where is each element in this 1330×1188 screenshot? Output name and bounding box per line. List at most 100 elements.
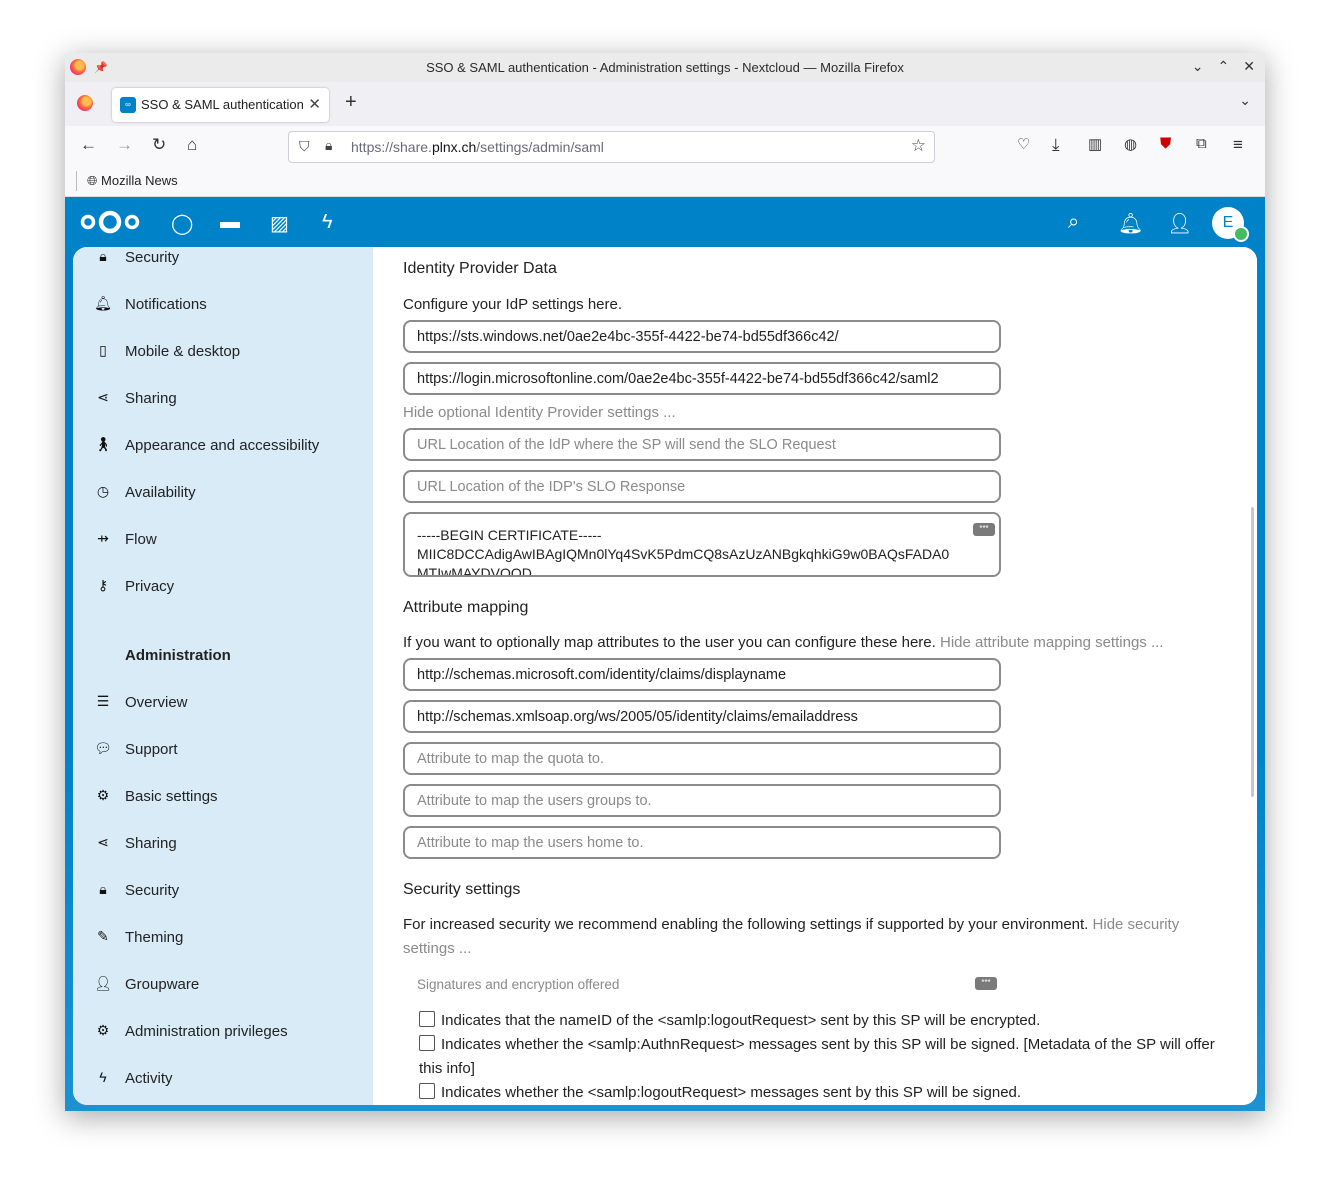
maximize-icon[interactable]: ⌃ [1218,58,1230,75]
files-icon[interactable]: ▬ [220,211,240,234]
idp-intro: Configure your IdP settings here. [403,296,623,313]
checkbox[interactable] [419,1083,435,1099]
password-manager-icon[interactable]: *** [975,977,997,990]
nextcloud-icon: ∞ [120,97,136,113]
sidebar-item-admin-privileges[interactable]: ⚙ Administration privileges [73,1014,373,1054]
extensions-puzzle-icon[interactable]: ⧉ [1196,135,1207,152]
scrollbar[interactable] [1251,507,1254,797]
lock-icon[interactable]: 🔒︎ [325,137,332,154]
firefox-view-icon[interactable] [77,95,93,111]
sidebar-item-support[interactable]: 💬︎ Support [73,732,373,772]
bookmarks-separator [76,171,77,191]
bookmark-mozilla-news[interactable]: 🌐︎ Mozilla News [87,173,178,189]
gear-lock-icon: ⚙ [96,1022,110,1038]
sidebar-item-notifications[interactable]: 🔔︎ Notifications [73,287,373,327]
sidebar-item-theming[interactable]: ✎ Theming [73,920,373,960]
sidebar-heading-administration: Administration [125,647,231,664]
flow-icon: ⇸ [97,530,109,546]
sidebar-item-privacy[interactable]: ⚷ Privacy [73,569,373,609]
idp-entity-id-input[interactable]: https://sts.windows.net/0ae2e4bc-355f-44… [403,320,1001,353]
clock-icon: ◷ [96,483,110,499]
search-icon[interactable]: ⌕ [1068,211,1079,234]
sidebar-item-overview[interactable]: ☰ Overview [73,685,373,725]
attr-groups-input[interactable]: Attribute to map the users groups to. [403,784,1001,817]
share-icon: ⋖ [97,389,109,405]
sidebar-item-sharing-personal[interactable]: ⋖ Sharing [73,381,373,421]
security-subheading: Signatures and encryption offered [417,977,620,992]
sidebar-item-basic-settings[interactable]: ⚙ Basic settings [73,779,373,819]
sidebar-item-appearance[interactable]: 🚶︎ Appearance and accessibility [73,428,373,468]
nextcloud-logo[interactable] [79,209,141,235]
saml-settings: Identity Provider Data Configure your Id… [373,247,1257,1105]
check-sign-logoutrequest[interactable]: Indicates whether the <samlp:logoutReque… [419,1081,1219,1105]
sidebar-item-availability[interactable]: ◷ Availability [73,475,373,515]
idp-sso-url-input[interactable]: https://login.microsoftonline.com/0ae2e4… [403,362,1001,395]
checkbox[interactable] [419,1011,435,1027]
extension-icon[interactable]: ◍ [1124,135,1137,153]
idp-slo-response-input[interactable]: URL Location of the IDP's SLO Response [403,470,1001,503]
security-intro: For increased security we recommend enab… [403,916,1180,957]
window-title: SSO & SAML authentication - Administrati… [426,60,904,75]
avatar[interactable]: E [1212,207,1249,242]
home-icon[interactable]: ⌂ [187,135,197,155]
lock-icon: 🔒︎ [99,881,107,897]
attr-displayname-input[interactable]: http://schemas.microsoft.com/identity/cl… [403,658,1001,691]
photos-icon[interactable]: ▨ [270,211,289,236]
close-tab-icon[interactable]: ✕ [308,95,321,113]
nav-bar: ← → ↻ ⌂ ⛉ 🔒︎ https://share.plnx.ch/setti… [65,126,1265,166]
new-tab-icon[interactable]: + [345,91,357,114]
attr-quota-input[interactable]: Attribute to map the quota to. [403,742,1001,775]
check-encrypt-nameid[interactable]: Indicates that the nameID of the <samlp:… [419,1009,1219,1033]
sidebar-item-security-admin[interactable]: 🔒︎ Security [73,873,373,913]
url-bar[interactable]: ⛉ 🔒︎ https://share.plnx.ch/settings/admi… [288,131,935,163]
pocket-icon[interactable]: ♡ [1017,135,1030,153]
key-icon: ⚷ [97,577,109,593]
shield-icon[interactable]: ⛉ [299,138,310,155]
tab-active[interactable]: ∞ SSO & SAML authentication - Administra… [112,88,329,122]
reload-icon[interactable]: ↻ [152,135,166,155]
sidebar-item-activity[interactable]: ϟ Activity [73,1061,373,1101]
contacts-icon[interactable]: 👤︎ [1167,211,1192,236]
attr-intro: If you want to optionally map attributes… [403,634,1164,651]
idp-slo-request-input[interactable]: URL Location of the IdP where the SP wil… [403,428,1001,461]
lock-icon: 🔒︎ [99,248,107,264]
toggle-optional-idp-link[interactable]: Hide optional Identity Provider settings… [403,404,676,421]
dashboard-icon[interactable]: ◯ [171,211,193,236]
toggle-attr-mapping-link[interactable]: Hide attribute mapping settings ... [940,634,1163,651]
ublock-icon[interactable]: ⛊ [1160,135,1171,152]
title-bar: 📌 SSO & SAML authentication - Administra… [65,53,1265,82]
minimize-icon[interactable]: ⌄ [1192,58,1204,75]
share-icon: ⋖ [97,834,109,850]
forward-icon[interactable]: → [116,135,133,155]
attr-email-input[interactable]: http://schemas.xmlsoap.org/ws/2005/05/id… [403,700,1001,733]
settings-sidebar: 🔒︎ Security 🔔︎ Notifications ▯ Mobile & des… [73,247,373,1105]
activity-icon[interactable]: ϟ [322,211,333,234]
tab-bar: ∞ SSO & SAML authentication - Administra… [65,82,1265,126]
gear-icon: ⚙ [96,787,110,803]
close-icon[interactable]: ✕ [1243,58,1255,75]
sidebar-item-flow[interactable]: ⇸ Flow [73,522,373,562]
url-text[interactable]: https://share.plnx.ch/settings/admin/sam… [351,139,604,155]
tab-label: SSO & SAML authentication - Administrati… [141,97,306,112]
sidebar-item-groupware[interactable]: 👤︎ Groupware [73,967,373,1007]
reader-icon[interactable]: ▥ [1088,135,1102,153]
sidebar-item-sharing-admin[interactable]: ⋖ Sharing [73,826,373,866]
password-manager-icon[interactable]: *** [973,523,995,536]
download-icon[interactable]: ⤓ [1052,135,1060,155]
attr-home-input[interactable]: Attribute to map the users home to. [403,826,1001,859]
notifications-icon[interactable]: 🔔︎ [1118,211,1143,236]
tab-list-icon[interactable]: ⌄ [1239,92,1251,109]
sidebar-item-mobile-desktop[interactable]: ▯ Mobile & desktop [73,334,373,374]
bookmark-star-icon[interactable]: ☆ [911,136,926,156]
idp-heading: Identity Provider Data [403,260,557,277]
check-sign-authnrequest[interactable]: Indicates whether the <samlp:AuthnReques… [419,1033,1219,1081]
list-icon: ☰ [96,693,110,709]
idp-certificate-textarea[interactable]: -----BEGIN CERTIFICATE----- MIIC8DCCAdig… [403,512,1001,577]
bell-icon: 🔔︎ [94,295,112,311]
checkbox[interactable] [419,1035,435,1051]
lightning-icon: ϟ [99,1069,107,1085]
contacts-icon: 👤︎ [94,975,112,991]
back-icon[interactable]: ← [80,135,97,155]
sidebar-item-security-personal[interactable]: 🔒︎ Security [73,247,373,280]
menu-icon[interactable]: ≡ [1233,135,1243,155]
